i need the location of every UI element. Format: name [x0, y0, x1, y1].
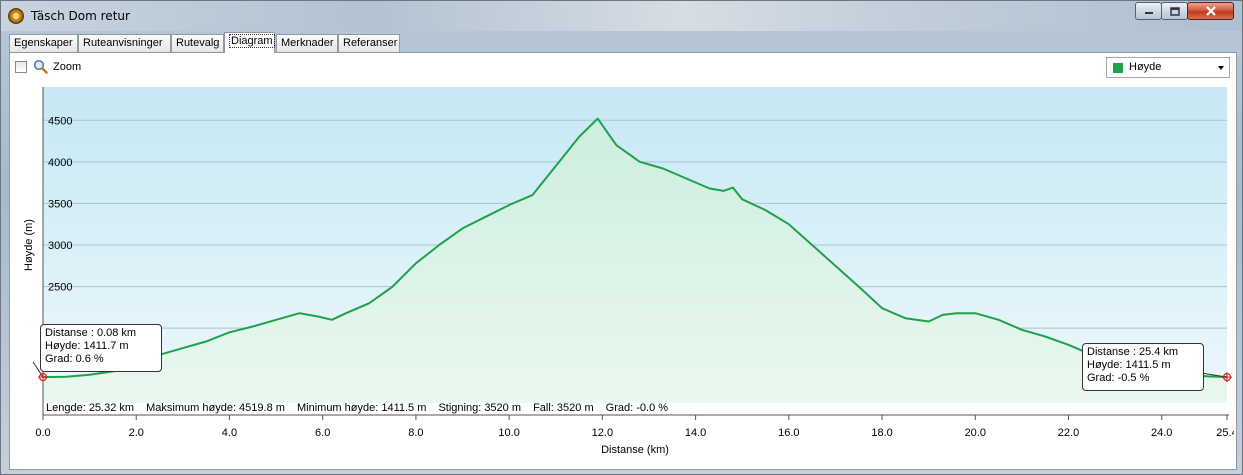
y-axis-label: Høyde (m) [23, 219, 35, 271]
minimize-icon [1144, 12, 1153, 14]
start-grade: Grad: 0.6 % [45, 353, 104, 365]
end-grade: Grad: -0.5 % [1087, 372, 1150, 384]
x-tick-label: 22.0 [1058, 427, 1079, 439]
series-selected-label: Høyde [1129, 61, 1162, 73]
window-title: Täsch Dom retur [31, 9, 130, 23]
start-distance: Distanse : 0.08 km [45, 327, 137, 339]
stat-length: Lengde: 25.32 km [46, 402, 135, 414]
tab-rutevalg[interactable]: Rutevalg [171, 34, 224, 52]
zoom-label[interactable]: Zoom [53, 61, 81, 73]
x-tick-label: 24.0 [1151, 427, 1172, 439]
end-point-callout: Distanse : 25.4 km Høyde: 1411.5 m Grad:… [1082, 343, 1204, 391]
zoom-checkbox[interactable] [15, 61, 27, 73]
end-height: Høyde: 1411.5 m [1087, 359, 1171, 371]
start-height: Høyde: 1411.7 m [45, 340, 129, 352]
x-tick-label: 18.0 [871, 427, 892, 439]
tab-label: Rutevalg [176, 37, 220, 49]
app-icon [8, 8, 24, 24]
tab-label: Ruteanvisninger [83, 37, 163, 49]
x-tick-label: 14.0 [685, 427, 706, 439]
y-tick-label: 2500 [48, 282, 72, 294]
x-tick-label: 2.0 [129, 427, 144, 439]
title-bar[interactable]: Täsch Dom retur [1, 1, 1242, 31]
tab-diagram[interactable]: Diagram [224, 32, 275, 53]
y-tick-label: 3000 [48, 240, 72, 252]
y-tick-label: 4500 [48, 115, 72, 127]
x-tick-label: 4.0 [222, 427, 237, 439]
tab-label: Egenskaper [14, 37, 73, 49]
y-tick-label: 4000 [48, 157, 72, 169]
tab-referanser[interactable]: Referanser [338, 34, 400, 52]
tab-ruteanvisninger[interactable]: Ruteanvisninger [78, 34, 171, 52]
maximize-button[interactable] [1161, 2, 1188, 20]
x-tick-label: 6.0 [315, 427, 330, 439]
tab-label: Referanser [343, 37, 398, 49]
series-dropdown[interactable]: Høyde [1106, 57, 1230, 78]
stat-max-height: Maksimum høyde: 4519.8 m [146, 402, 285, 414]
tab-egenskaper[interactable]: Egenskaper [9, 34, 78, 52]
x-tick-label: 0.0 [35, 427, 50, 439]
end-distance: Distanse : 25.4 km [1087, 346, 1179, 358]
tab-label: Merknader [281, 37, 334, 49]
x-tick-label: 10.0 [498, 427, 519, 439]
magnifier-icon [33, 59, 48, 74]
x-tick-label: 16.0 [778, 427, 799, 439]
close-button[interactable] [1187, 2, 1234, 20]
x-axis-label: Distanse (km) [601, 444, 669, 456]
route-window: Täsch Dom retur Egenskaper Ruteanvisning… [0, 0, 1243, 475]
stat-min-height: Minimum høyde: 1411.5 m [296, 402, 427, 414]
stat-climb: Stigning: 3520 m [438, 402, 522, 414]
stat-grade: Grad: -0.0 % [605, 402, 669, 414]
y-tick-label: 3500 [48, 198, 72, 210]
x-tick-label: 8.0 [408, 427, 423, 439]
tab-label: Diagram [229, 34, 275, 48]
tab-merknader[interactable]: Merknader [276, 34, 338, 52]
maximize-icon [1169, 6, 1180, 16]
stat-fall: Fall: 3520 m [533, 402, 594, 414]
route-stats: Lengde: 25.32 km Maksimum høyde: 4519.8 … [46, 402, 677, 414]
x-tick-label: 20.0 [965, 427, 986, 439]
minimize-button[interactable] [1135, 2, 1162, 20]
start-point-callout: Distanse : 0.08 km Høyde: 1411.7 m Grad:… [40, 324, 162, 372]
x-tick-label: 12.0 [592, 427, 613, 439]
x-tick-label: 25.4 [1216, 427, 1234, 439]
chevron-down-icon [1218, 66, 1224, 70]
close-icon [1205, 6, 1216, 16]
series-color-swatch [1113, 63, 1123, 73]
